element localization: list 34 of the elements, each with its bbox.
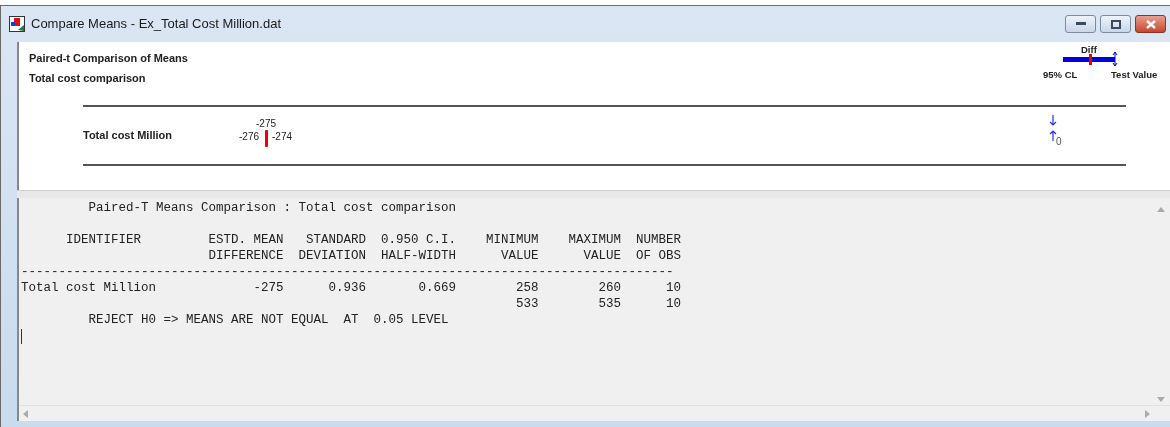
report-line: REJECT H0 => MEANS ARE NOT EQUAL AT 0.05 LEVEL [87, 312, 449, 328]
close-icon [1145, 19, 1156, 29]
window-title: Compare Means - Ex_Total Cost Million.dat [31, 15, 281, 34]
legend-label: Diff [1081, 43, 1097, 57]
chart-title: Paired-t Comparison of Means [29, 51, 188, 66]
scroll-up-icon[interactable] [1157, 207, 1165, 212]
report-line: DIFFERENCE DEVIATION HALF-WIDTH VALUE VALUE OF OBS [207, 248, 682, 264]
up-arrow-icon [1049, 130, 1057, 141]
legend-label: Test Value [1111, 68, 1158, 82]
report-line: IDENTIFIER ESTD. MEAN STANDARD 0.950 C.I. MINIMUM MAXIMUM NUMBER [65, 232, 682, 248]
minimize-button[interactable] [1065, 15, 1096, 33]
maximize-button[interactable] [1100, 15, 1131, 33]
report-line: 533 535 10 [515, 296, 682, 312]
close-button[interactable] [1135, 15, 1166, 33]
mean-value: -275 [256, 117, 276, 130]
report-title: Paired-T Means Comparison : Total cost comparison [87, 200, 457, 216]
scroll-down-icon[interactable] [1157, 397, 1165, 402]
mean-marker [265, 129, 268, 147]
minimize-icon [1075, 22, 1086, 26]
report-line: Total cost Million -275 0.936 0.669 258 260 10 [21, 280, 682, 296]
down-arrow-icon [1049, 115, 1057, 126]
lower-bound-value: -276 [239, 130, 259, 143]
maximize-icon [1110, 19, 1121, 29]
test-value-label: 0 [1056, 136, 1062, 148]
scroll-right-icon[interactable] [1145, 409, 1150, 418]
scroll-left-icon[interactable] [23, 409, 28, 418]
text-cursor [21, 329, 22, 344]
chart-subtitle: Total cost comparison [29, 71, 146, 86]
row-label: Total cost Million [83, 128, 173, 144]
report-line: --------------------------------------------------------------------------------------- [21, 264, 674, 280]
legend-interval-drawing [1063, 52, 1119, 66]
legend-label: 95% CL [1043, 68, 1078, 82]
app-icon [9, 16, 25, 32]
upper-bound-value: -274 [272, 130, 292, 143]
